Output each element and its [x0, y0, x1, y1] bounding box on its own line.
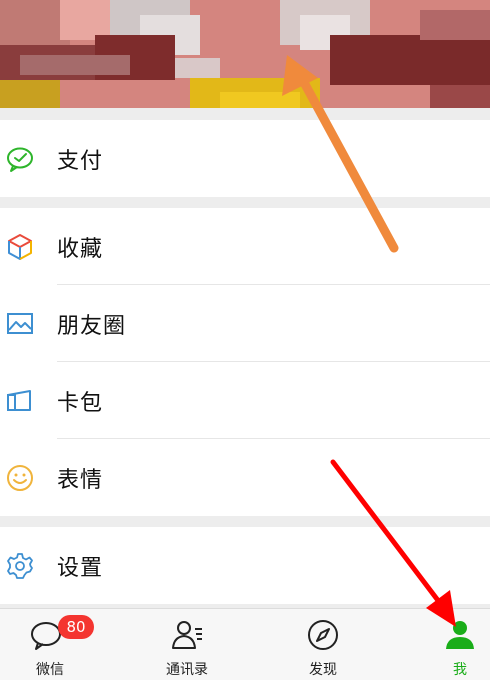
tab-contacts-label: 通讯录	[166, 662, 208, 678]
me-person-icon	[446, 621, 474, 649]
bottom-tab-bar: 80 微信 通讯录 发现 我	[0, 608, 490, 680]
menu-item-card-wallet[interactable]: 卡包	[0, 362, 490, 439]
menu-item-moments-label: 朋友圈	[57, 313, 127, 339]
tab-contacts[interactable]: 通讯录	[137, 609, 237, 680]
sticker-smiley-icon	[7, 464, 33, 491]
menu-item-settings[interactable]: 设置	[0, 527, 490, 604]
tab-me-label: 我	[453, 662, 467, 678]
menu-group-main: 收藏 朋友圈 卡包 表情	[0, 208, 490, 516]
menu-item-settings-label: 设置	[57, 555, 104, 581]
menu-group-settings: 设置	[0, 527, 490, 604]
moments-picture-icon	[7, 312, 33, 334]
menu-item-card-wallet-label: 卡包	[57, 390, 104, 416]
menu-item-stickers-label: 表情	[57, 467, 104, 493]
favorites-cube-icon	[8, 233, 32, 260]
wechat-pay-icon	[7, 147, 33, 172]
menu-item-stickers[interactable]: 表情	[0, 439, 490, 516]
tab-chats[interactable]: 80 微信	[0, 609, 100, 680]
card-wallet-icon	[7, 389, 31, 411]
tab-discover[interactable]: 发现	[273, 609, 373, 680]
menu-item-favorites-label: 收藏	[57, 236, 104, 262]
tab-me[interactable]: 我	[410, 609, 490, 680]
compass-icon	[308, 620, 338, 650]
menu-item-moments[interactable]: 朋友圈	[0, 285, 490, 362]
settings-gear-icon	[7, 552, 33, 579]
menu-item-pay-label: 支付	[57, 148, 104, 174]
menu-item-favorites[interactable]: 收藏	[0, 208, 490, 285]
tab-discover-label: 发现	[309, 662, 337, 678]
profile-header-pixelated[interactable]	[0, 0, 490, 108]
unread-badge: 80	[58, 615, 94, 639]
menu-group-pay: 支付	[0, 120, 490, 197]
menu-item-pay[interactable]: 支付	[0, 120, 490, 197]
contacts-icon	[172, 621, 202, 649]
tab-chats-label: 微信	[36, 662, 64, 678]
